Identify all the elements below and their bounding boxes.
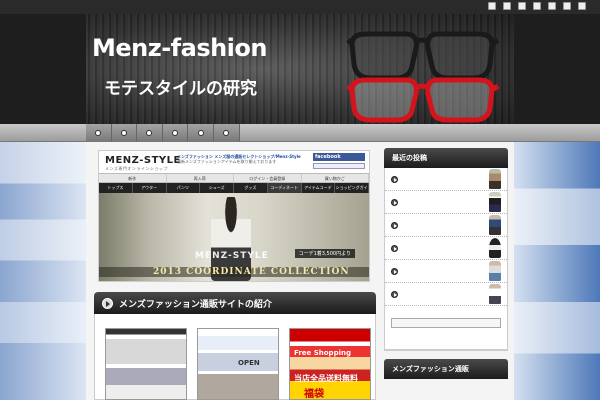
- arrow-bullet-icon: [391, 175, 398, 183]
- share-icon[interactable]: [578, 2, 586, 10]
- shop-info-line2: 最新メンズファッションアイテムを取り揃えております: [177, 159, 277, 164]
- play-icon: [102, 297, 113, 309]
- shop-menu-item[interactable]: ログイン・会員登録: [234, 174, 302, 182]
- nav-menu: [86, 124, 240, 142]
- arrow-bullet-icon: [391, 267, 398, 275]
- nav-item[interactable]: [137, 124, 163, 142]
- hero-price: コーデ1着3,500円より: [294, 249, 355, 258]
- shop-top-menu: 新作 再入荷 ログイン・会員登録 買い物かご: [99, 173, 369, 183]
- shop-logo-sub: メンズ専門オンラインショップ: [105, 166, 168, 171]
- list-item[interactable]: [385, 237, 507, 260]
- list-item[interactable]: [385, 191, 507, 214]
- header-wrap: Menz-fashion モテスタイルの研究: [0, 14, 600, 124]
- nav-bullet-icon: [172, 130, 179, 136]
- widget-title: 最近の投稿: [384, 148, 508, 168]
- arrow-bullet-icon: [391, 290, 398, 298]
- widget-title: メンズファッション通販: [384, 359, 508, 379]
- share-icon[interactable]: [488, 2, 496, 10]
- nav-bullet-icon: [197, 130, 204, 136]
- share-icon[interactable]: [563, 2, 571, 10]
- post-thumbnail[interactable]: [489, 169, 501, 189]
- post-thumbnail[interactable]: [489, 215, 501, 235]
- shop-category-item[interactable]: トップス: [99, 183, 133, 193]
- nav-item[interactable]: [163, 124, 189, 142]
- thumb-text: 当店全品送料無料: [294, 374, 358, 383]
- thumbnail-list: Free Shopping 当店全品送料無料 福袋: [105, 328, 371, 400]
- search-input[interactable]: [391, 318, 501, 328]
- hero-collection-title: 2013 COORDINATE COLLECTION: [153, 267, 350, 277]
- nav-item[interactable]: [112, 124, 138, 142]
- nav-item[interactable]: [188, 124, 214, 142]
- nav-bullet-icon: [223, 130, 230, 136]
- share-icon[interactable]: [548, 2, 556, 10]
- sidebar: 最近の投稿 メンズファッション通販: [384, 148, 508, 400]
- post-title[interactable]: メンズファッション通販サイトの紹介: [119, 297, 272, 310]
- share-icon[interactable]: [503, 2, 511, 10]
- list-item[interactable]: [385, 260, 507, 283]
- content-area: MENZ-STYLE メンズ専門オンラインショップ メンズファッション メンズ服…: [86, 142, 514, 400]
- recent-posts-widget: [384, 168, 508, 351]
- shop-category-item[interactable]: アイテムコーデ: [302, 183, 336, 193]
- facebook-like-box[interactable]: [313, 163, 365, 169]
- shop-thumbnail[interactable]: [197, 328, 279, 400]
- shop-info: メンズファッション メンズ服の通販セレクトショップ/Menz-Style 最新メ…: [177, 154, 307, 164]
- shop-menu-item[interactable]: 新作: [99, 174, 167, 182]
- nav-item[interactable]: [86, 124, 112, 142]
- site-subtitle: モテスタイルの研究: [104, 79, 257, 99]
- shop-category-item[interactable]: ショッピングガイド: [335, 183, 369, 200]
- list-item[interactable]: [385, 168, 507, 191]
- social-icons: [488, 2, 586, 10]
- shop-hero-banner[interactable]: MENZ-STYLE コーデ1着3,500円より 2013 COORDINATE…: [99, 193, 369, 281]
- list-item[interactable]: [385, 283, 507, 306]
- shop-logo: MENZ-STYLE メンズ専門オンラインショップ: [105, 155, 181, 172]
- right-background: [510, 142, 600, 400]
- post-header: メンズファッション通販サイトの紹介: [94, 292, 376, 314]
- share-icon[interactable]: [533, 2, 541, 10]
- post-thumbnail[interactable]: [489, 238, 501, 258]
- post-thumbnail[interactable]: [489, 284, 501, 304]
- search-area: [385, 306, 507, 350]
- top-bar: [0, 0, 600, 14]
- post-thumbnail[interactable]: [489, 192, 501, 212]
- nav-bullet-icon: [95, 130, 102, 136]
- site-title[interactable]: Menz-fashion: [92, 34, 267, 62]
- nav-bullet-icon: [120, 130, 127, 136]
- glasses-icon: [346, 31, 500, 123]
- shop-category-item[interactable]: コーディネート: [267, 183, 302, 193]
- site-header: Menz-fashion モテスタイルの研究: [86, 14, 514, 124]
- arrow-bullet-icon: [391, 221, 398, 229]
- list-item[interactable]: [385, 214, 507, 237]
- shop-logo-text: MENZ-STYLE: [105, 155, 181, 166]
- nav-bullet-icon: [146, 130, 153, 136]
- shop-thumbnail[interactable]: Free Shopping 当店全品送料無料 福袋: [289, 328, 371, 400]
- nav-item[interactable]: [214, 124, 240, 142]
- shop-category-item[interactable]: アウター: [133, 183, 167, 193]
- hero-logo: MENZ-STYLE: [195, 251, 269, 261]
- thumb-text: Free Shopping: [294, 349, 351, 357]
- shop-category-item[interactable]: グッズ: [234, 183, 268, 193]
- arrow-bullet-icon: [391, 198, 398, 206]
- shop-category-item[interactable]: パンツ: [167, 183, 201, 193]
- left-background: [0, 142, 86, 400]
- post-body: Free Shopping 当店全品送料無料 福袋: [94, 314, 376, 400]
- shop-category-item[interactable]: シューズ: [200, 183, 234, 193]
- arrow-bullet-icon: [391, 244, 398, 252]
- main-nav: [0, 124, 600, 142]
- shop-thumbnail[interactable]: [105, 328, 187, 400]
- shop-category-menu: トップス アウター パンツ シューズ グッズ コーディネート アイテムコーデ シ…: [99, 183, 369, 200]
- shop-screenshot[interactable]: MENZ-STYLE メンズ専門オンラインショップ メンズファッション メンズ服…: [98, 150, 370, 282]
- facebook-button[interactable]: facebook: [313, 153, 365, 161]
- shop-menu-item[interactable]: 再入荷: [167, 174, 234, 182]
- post-thumbnail[interactable]: [489, 261, 501, 281]
- main-column: MENZ-STYLE メンズ専門オンラインショップ メンズファッション メンズ服…: [94, 148, 376, 400]
- shop-menu-item[interactable]: 買い物かご: [302, 174, 369, 182]
- thumb-text: 福袋: [304, 389, 324, 400]
- shop-header: MENZ-STYLE メンズ専門オンラインショップ メンズファッション メンズ服…: [99, 151, 369, 173]
- share-icon[interactable]: [518, 2, 526, 10]
